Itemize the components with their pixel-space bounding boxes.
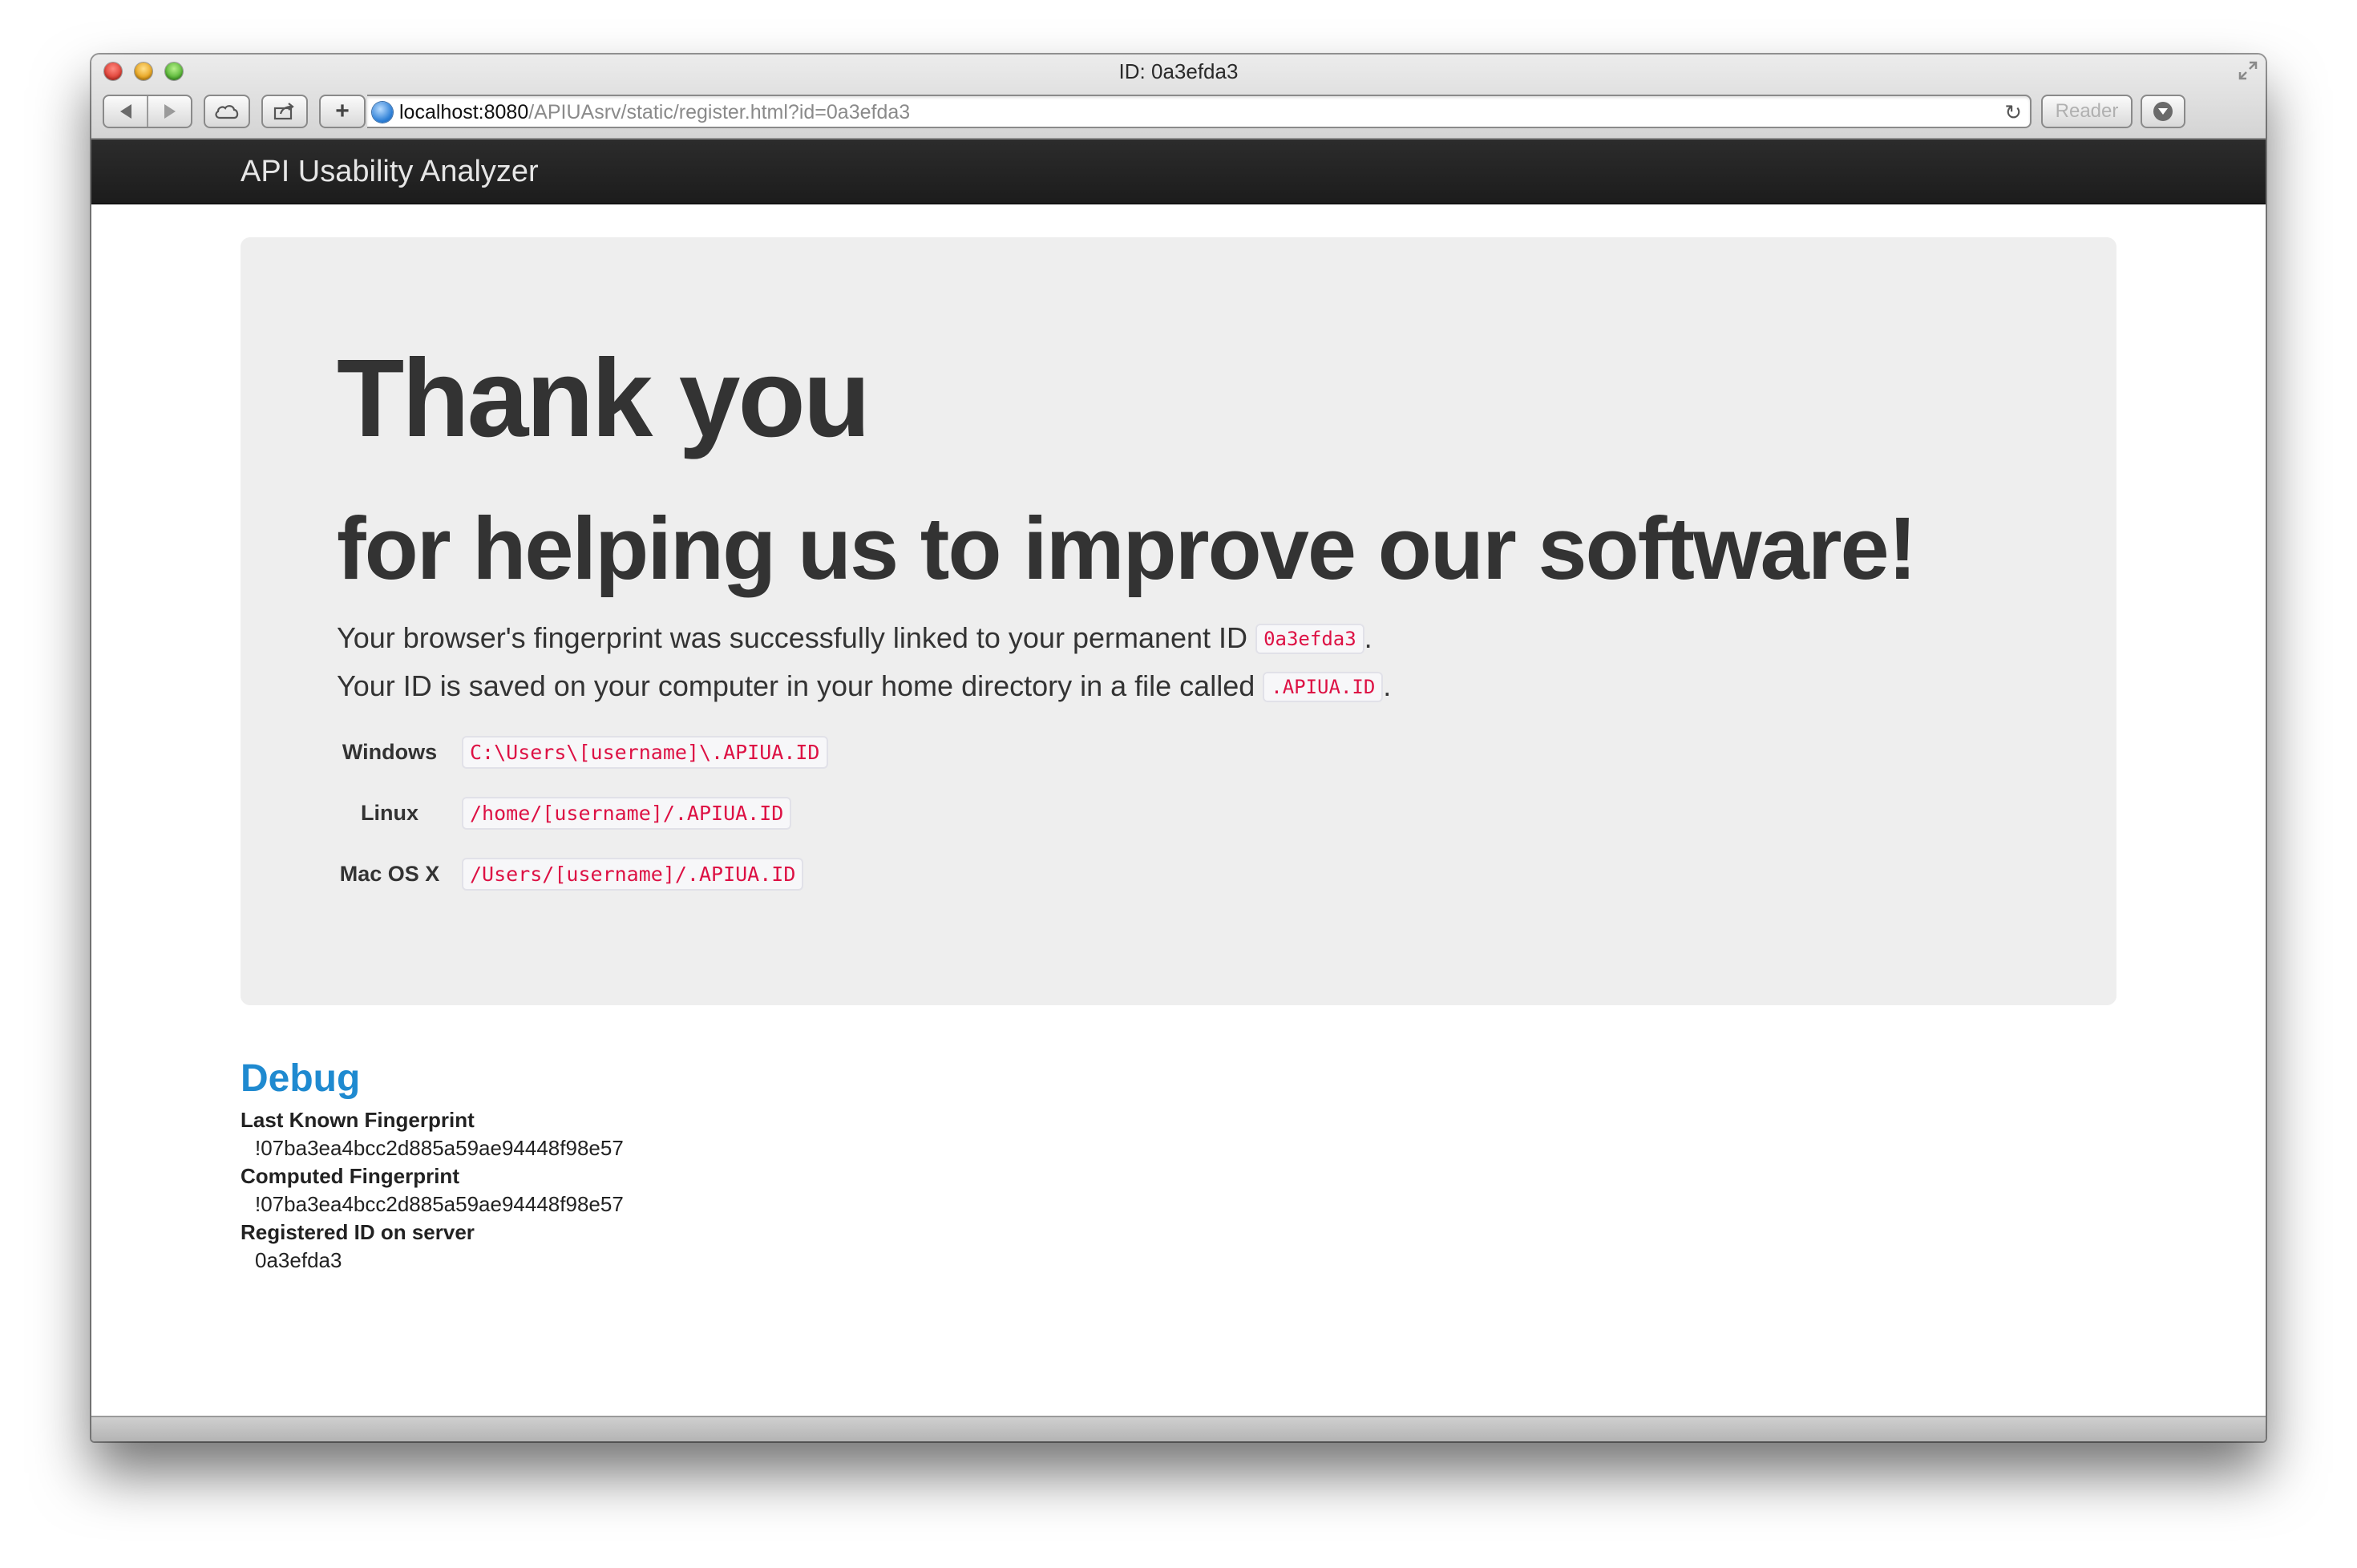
- hero-title: Thank you: [337, 337, 871, 460]
- icloud-tabs-button[interactable]: [204, 95, 250, 128]
- back-button[interactable]: [104, 96, 147, 127]
- os-label: Linux: [361, 800, 418, 825]
- page-viewport: API Usability Analyzer Thank you for hel…: [91, 139, 2266, 1419]
- debug-list: Last Known Fingerprint !07ba3ea4bcc2d885…: [241, 1106, 882, 1275]
- fingerprint-linked-suffix: .: [1364, 621, 1373, 654]
- navbar-brand[interactable]: API Usability Analyzer: [241, 152, 539, 191]
- new-tab-button[interactable]: +: [319, 95, 366, 128]
- id-file-text: Your ID is saved on your computer in you…: [337, 667, 1391, 706]
- os-label: Windows: [342, 739, 438, 764]
- id-filename-code: .APIUA.ID: [1263, 672, 1384, 702]
- fingerprint-linked-prefix: Your browser's fingerprint was successfu…: [337, 621, 1248, 654]
- address-bar[interactable]: localhost:8080/APIUAsrv/static/register.…: [367, 95, 2032, 128]
- hero-subtitle: for helping us to improve our software!: [337, 499, 1917, 598]
- id-file-prefix: Your ID is saved on your computer in you…: [337, 669, 1255, 702]
- forward-icon: [164, 104, 176, 119]
- os-path-code: /home/[username]/.APIUA.ID: [462, 796, 792, 830]
- os-path-row-windows: Windows C:\Users\[username]\.APIUA.ID: [330, 734, 828, 770]
- url-host: localhost:8080: [399, 101, 529, 123]
- window-title: ID: 0a3efda3: [1118, 59, 1239, 83]
- browser-window: ID: 0a3efda3 + localhost:8080/APIUAsrv/s…: [91, 55, 2266, 1441]
- reader-button[interactable]: Reader: [2041, 95, 2133, 128]
- back-forward-control: [103, 95, 192, 128]
- os-path-code: C:\Users\[username]\.APIUA.ID: [462, 735, 828, 769]
- reload-icon[interactable]: ↻: [2004, 102, 2022, 123]
- desktop: ID: 0a3efda3 + localhost:8080/APIUAsrv/s…: [0, 0, 2357, 1568]
- title-bar: ID: 0a3efda3 + localhost:8080/APIUAsrv/s…: [91, 55, 2266, 139]
- icloud-icon: [215, 105, 239, 119]
- debug-heading: Debug: [241, 1057, 361, 1100]
- back-icon: [119, 104, 131, 119]
- status-bar: [91, 1416, 2266, 1441]
- url-text[interactable]: localhost:8080/APIUAsrv/static/register.…: [399, 100, 910, 124]
- permanent-id-code: 0a3efda3: [1255, 624, 1364, 654]
- fingerprint-linked-text: Your browser's fingerprint was successfu…: [337, 619, 1373, 658]
- hero-unit: Thank you for helping us to improve our …: [241, 237, 2116, 1005]
- forward-button[interactable]: [147, 96, 191, 127]
- url-path: /APIUAsrv/static/register.html?id=0a3efd…: [528, 101, 911, 123]
- fullscreen-icon[interactable]: [2237, 59, 2259, 82]
- os-path-row-macos: Mac OS X /Users/[username]/.APIUA.ID: [330, 856, 804, 891]
- downloads-button[interactable]: [2141, 95, 2185, 128]
- id-file-suffix: .: [1383, 669, 1392, 702]
- debug-value: !07ba3ea4bcc2d885a59ae94448f98e57: [255, 1192, 624, 1216]
- debug-label: Computed Fingerprint: [241, 1164, 459, 1188]
- debug-value: !07ba3ea4bcc2d885a59ae94448f98e57: [255, 1136, 624, 1160]
- top-navbar: API Usability Analyzer: [91, 139, 2266, 204]
- os-path-code: /Users/[username]/.APIUA.ID: [462, 857, 804, 891]
- debug-label: Last Known Fingerprint: [241, 1108, 475, 1132]
- debug-value: 0a3efda3: [255, 1248, 342, 1272]
- share-button[interactable]: [261, 95, 308, 128]
- debug-label: Registered ID on server: [241, 1220, 475, 1244]
- share-icon: [273, 103, 294, 120]
- os-path-row-linux: Linux /home/[username]/.APIUA.ID: [330, 795, 792, 830]
- os-label: Mac OS X: [339, 861, 440, 886]
- globe-icon: [372, 102, 393, 123]
- download-icon: [2153, 102, 2173, 121]
